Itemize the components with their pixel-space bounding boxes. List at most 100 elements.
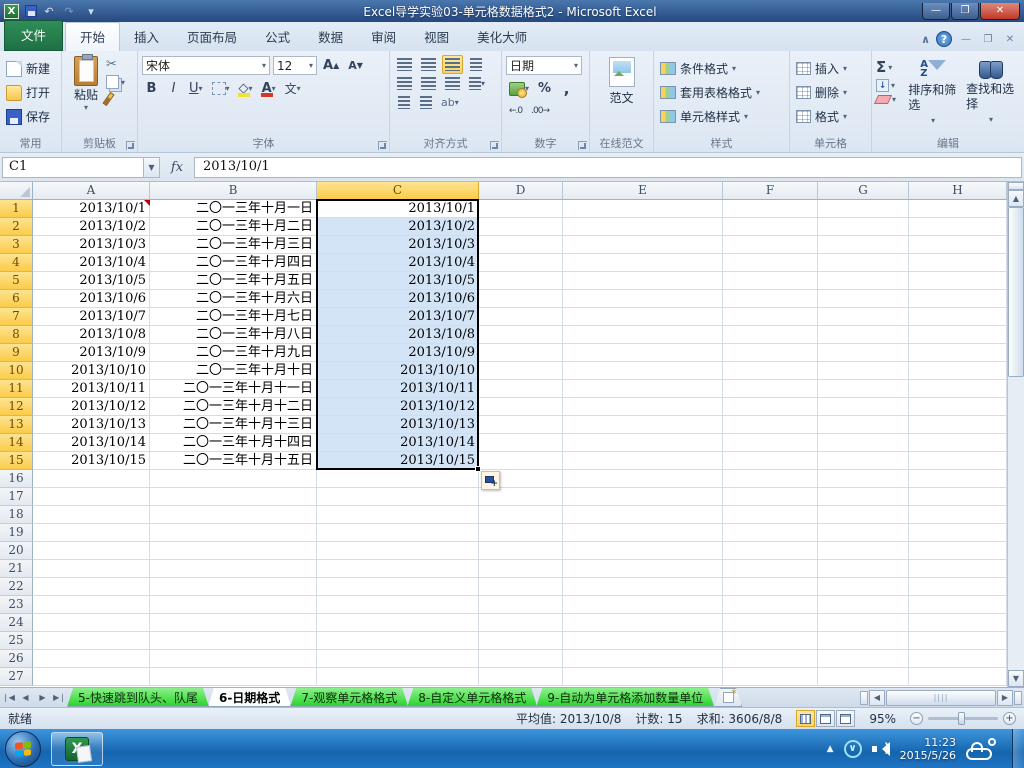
cell-C1[interactable]: 2013/10/1: [317, 200, 479, 218]
horizontal-split-left-handle[interactable]: [860, 690, 868, 705]
cell-C24[interactable]: [317, 614, 479, 632]
cell-A25[interactable]: [33, 632, 150, 650]
row-header-15[interactable]: 15: [0, 452, 33, 470]
doc-close-button[interactable]: ✕: [1002, 34, 1018, 45]
font-dialog-launcher-icon[interactable]: [378, 141, 387, 150]
cell-A18[interactable]: [33, 506, 150, 524]
cell-D8[interactable]: [479, 326, 563, 344]
cell-A9[interactable]: 2013/10/9: [33, 344, 150, 362]
cell-C27[interactable]: [317, 668, 479, 686]
zoom-out-button[interactable]: −: [910, 712, 923, 725]
row-header-26[interactable]: 26: [0, 650, 33, 668]
cell-F14[interactable]: [723, 434, 818, 452]
row-header-2[interactable]: 2: [0, 218, 33, 236]
row-header-10[interactable]: 10: [0, 362, 33, 380]
cell-B26[interactable]: [150, 650, 317, 668]
format-cells-button[interactable]: 格式 ▾: [794, 106, 867, 127]
cell-G10[interactable]: [818, 362, 909, 380]
cell-H4[interactable]: [909, 254, 1007, 272]
undo-button[interactable]: ↶ ▾: [43, 3, 59, 19]
cell-A4[interactable]: 2013/10/4: [33, 254, 150, 272]
cell-G25[interactable]: [818, 632, 909, 650]
tab-home[interactable]: 开始: [65, 22, 121, 51]
excel-app-icon[interactable]: X: [4, 3, 19, 19]
cell-C3[interactable]: 2013/10/3: [317, 236, 479, 254]
cell-H9[interactable]: [909, 344, 1007, 362]
row-header-18[interactable]: 18: [0, 506, 33, 524]
cell-C5[interactable]: 2013/10/5: [317, 272, 479, 290]
row-header-7[interactable]: 7: [0, 308, 33, 326]
cell-E26[interactable]: [563, 650, 723, 668]
cell-B15[interactable]: 二〇一三年十月十五日: [150, 452, 317, 470]
cell-A24[interactable]: [33, 614, 150, 632]
align-middle-button[interactable]: [418, 55, 439, 74]
cell-D18[interactable]: [479, 506, 563, 524]
cell-B8[interactable]: 二〇一三年十月八日: [150, 326, 317, 344]
align-center-button[interactable]: [418, 74, 439, 93]
cell-H14[interactable]: [909, 434, 1007, 452]
increase-decimal-button[interactable]: ←.0: [506, 101, 525, 120]
cell-H1[interactable]: [909, 200, 1007, 218]
cell-E12[interactable]: [563, 398, 723, 416]
save-button[interactable]: [23, 3, 39, 19]
vertical-split-handle[interactable]: [1008, 182, 1024, 190]
zoom-in-button[interactable]: +: [1003, 712, 1016, 725]
zoom-level[interactable]: 95%: [869, 712, 896, 726]
cell-C26[interactable]: [317, 650, 479, 668]
format-as-table-button[interactable]: 套用表格格式 ▾: [658, 82, 785, 103]
cell-C2[interactable]: 2013/10/2: [317, 218, 479, 236]
sheet-tab-6[interactable]: 6-日期格式: [208, 688, 291, 707]
row-header-8[interactable]: 8: [0, 326, 33, 344]
cell-C11[interactable]: 2013/10/11: [317, 380, 479, 398]
row-header-19[interactable]: 19: [0, 524, 33, 542]
cell-D9[interactable]: [479, 344, 563, 362]
cell-H11[interactable]: [909, 380, 1007, 398]
cell-H25[interactable]: [909, 632, 1007, 650]
cell-A23[interactable]: [33, 596, 150, 614]
autosum-button[interactable]: Σ ▾: [876, 58, 904, 76]
cell-A21[interactable]: [33, 560, 150, 578]
cell-C17[interactable]: [317, 488, 479, 506]
cell-A12[interactable]: 2013/10/12: [33, 398, 150, 416]
cell-H26[interactable]: [909, 650, 1007, 668]
decrease-decimal-button[interactable]: .00→: [528, 101, 552, 120]
cell-D24[interactable]: [479, 614, 563, 632]
cell-C12[interactable]: 2013/10/12: [317, 398, 479, 416]
cell-A11[interactable]: 2013/10/11: [33, 380, 150, 398]
show-desktop-button[interactable]: [1012, 729, 1024, 768]
column-header-F[interactable]: F: [723, 182, 818, 200]
doc-minimize-button[interactable]: —: [958, 34, 974, 45]
hidden-icons-button[interactable]: ▲: [827, 744, 834, 754]
cell-B16[interactable]: [150, 470, 317, 488]
accounting-format-button[interactable]: ▾: [506, 79, 532, 98]
tab-file[interactable]: 文件: [4, 20, 64, 51]
grow-font-button[interactable]: A ▲: [320, 56, 342, 75]
vertical-scroll-thumb[interactable]: [1008, 207, 1024, 377]
cut-button[interactable]: ✂: [106, 58, 125, 72]
cell-B5[interactable]: 二〇一三年十月五日: [150, 272, 317, 290]
cell-H27[interactable]: [909, 668, 1007, 686]
cell-D23[interactable]: [479, 596, 563, 614]
cell-G22[interactable]: [818, 578, 909, 596]
cell-F26[interactable]: [723, 650, 818, 668]
cell-F27[interactable]: [723, 668, 818, 686]
security-tray-icon[interactable]: ∨: [843, 739, 862, 758]
cell-F1[interactable]: [723, 200, 818, 218]
cell-D22[interactable]: [479, 578, 563, 596]
cell-C6[interactable]: 2013/10/6: [317, 290, 479, 308]
save-button-ribbon[interactable]: 保存: [4, 106, 57, 127]
cell-D13[interactable]: [479, 416, 563, 434]
insert-cells-button[interactable]: 插入 ▾: [794, 58, 867, 79]
cell-D6[interactable]: [479, 290, 563, 308]
cell-D11[interactable]: [479, 380, 563, 398]
cell-D1[interactable]: [479, 200, 563, 218]
vertical-scroll-track[interactable]: [1008, 377, 1024, 670]
open-button[interactable]: 打开: [4, 82, 57, 103]
sheet-tab-5[interactable]: 5-快速跳到队头、队尾: [67, 688, 209, 707]
cell-H13[interactable]: [909, 416, 1007, 434]
cell-C25[interactable]: [317, 632, 479, 650]
sheet-tab-9[interactable]: 9-自动为单元格添加数量单位: [536, 688, 714, 707]
cell-E15[interactable]: [563, 452, 723, 470]
cell-E24[interactable]: [563, 614, 723, 632]
cell-A2[interactable]: 2013/10/2: [33, 218, 150, 236]
